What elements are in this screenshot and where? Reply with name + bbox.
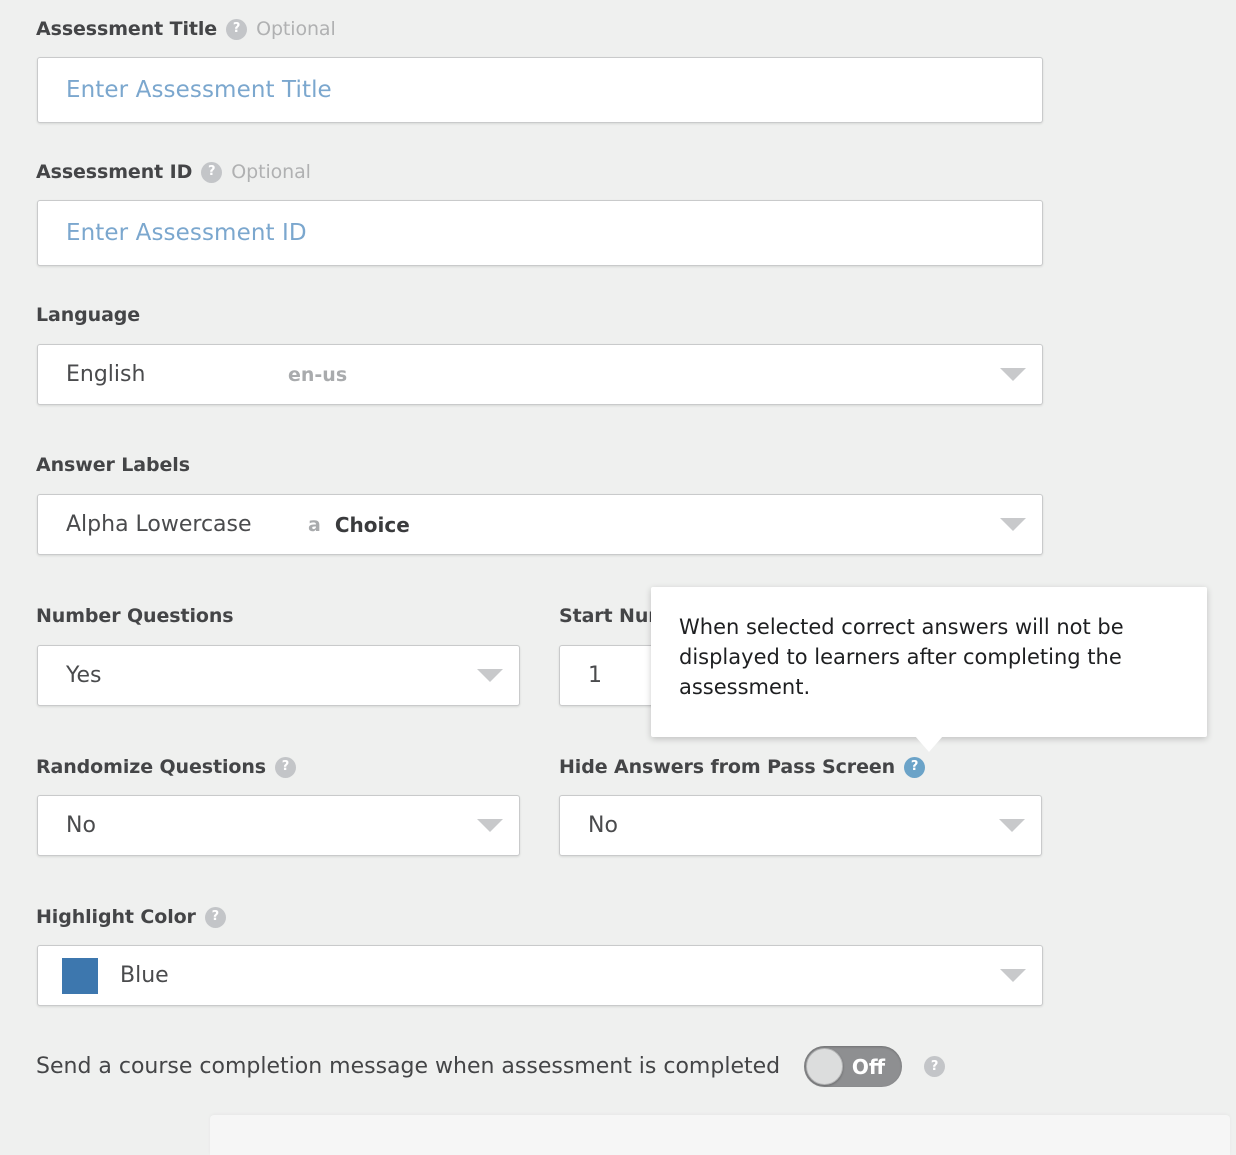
highlight-color-label-text: Highlight Color	[36, 906, 196, 928]
chevron-down-icon	[1000, 518, 1026, 531]
tooltip-arrow	[915, 736, 943, 752]
chevron-down-icon	[1000, 368, 1026, 381]
assessment-id-label: Assessment ID ? Optional	[36, 161, 311, 183]
number-questions-label-text: Number Questions	[36, 605, 234, 627]
assessment-id-placeholder: Enter Assessment ID	[66, 220, 307, 246]
hide-answers-value: No	[588, 813, 618, 838]
answer-labels-value: Alpha Lowercase	[66, 512, 252, 537]
assessment-id-input[interactable]: Enter Assessment ID	[37, 200, 1043, 266]
randomize-questions-select[interactable]: No	[37, 795, 520, 856]
toggle-state-label: Off	[851, 1054, 886, 1079]
highlight-color-select[interactable]: Blue	[37, 945, 1043, 1006]
hide-answers-label-text: Hide Answers from Pass Screen	[559, 756, 896, 778]
bottom-panel-edge	[210, 1115, 1230, 1155]
assessment-title-label: Assessment Title ? Optional	[36, 18, 336, 40]
completion-message-label: Send a course completion message when as…	[36, 1054, 781, 1079]
help-icon[interactable]: ?	[924, 1056, 946, 1077]
chevron-down-icon	[477, 819, 503, 832]
answer-labels-label-text: Answer Labels	[36, 454, 190, 476]
randomize-questions-label-text: Randomize Questions	[36, 756, 266, 778]
completion-message-toggle[interactable]: Off	[804, 1046, 903, 1087]
assessment-title-label-text: Assessment Title	[36, 18, 218, 40]
hide-answers-tooltip: When selected correct answers will not b…	[651, 587, 1207, 752]
assessment-id-label-text: Assessment ID	[36, 161, 193, 183]
help-icon[interactable]: ?	[226, 18, 248, 40]
assessment-title-optional-text: Optional	[256, 18, 336, 40]
answer-labels-label: Answer Labels	[36, 454, 190, 476]
chevron-down-icon	[1000, 969, 1026, 982]
chevron-down-icon	[999, 819, 1025, 832]
help-icon[interactable]: ?	[204, 906, 226, 928]
language-label-text: Language	[36, 304, 141, 326]
assessment-settings-form: Assessment Title ? Optional Enter Assess…	[0, 0, 1236, 1155]
highlight-color-value: Blue	[120, 963, 169, 988]
answer-labels-sample-word: Choice	[334, 512, 410, 537]
help-icon[interactable]: ?	[904, 756, 926, 778]
language-label: Language	[36, 304, 140, 326]
completion-message-row: Send a course completion message when as…	[36, 1046, 946, 1087]
hide-answers-select[interactable]: No	[559, 795, 1042, 856]
randomize-questions-value: No	[66, 813, 96, 838]
color-swatch-icon	[62, 957, 98, 994]
assessment-title-placeholder: Enter Assessment Title	[66, 77, 332, 103]
number-questions-value: Yes	[66, 663, 102, 688]
tooltip-text: When selected correct answers will not b…	[679, 615, 1124, 699]
language-value: English	[66, 362, 146, 387]
highlight-color-label: Highlight Color ?	[36, 906, 226, 928]
hide-answers-label: Hide Answers from Pass Screen ?	[559, 756, 926, 778]
chevron-down-icon	[477, 669, 503, 682]
language-select[interactable]: English en-us	[37, 344, 1043, 405]
assessment-id-optional-text: Optional	[231, 161, 311, 183]
answer-labels-sample-letter: a	[308, 513, 321, 536]
toggle-knob	[806, 1048, 844, 1085]
help-icon[interactable]: ?	[201, 161, 223, 183]
number-questions-label: Number Questions	[36, 605, 234, 627]
language-code: en-us	[288, 363, 348, 386]
randomize-questions-label: Randomize Questions ?	[36, 756, 296, 778]
start-number-value: 1	[588, 663, 602, 688]
number-questions-select[interactable]: Yes	[37, 645, 520, 706]
assessment-title-input[interactable]: Enter Assessment Title	[37, 57, 1043, 123]
help-icon[interactable]: ?	[274, 756, 296, 778]
answer-labels-select[interactable]: Alpha Lowercase a Choice	[37, 494, 1043, 555]
